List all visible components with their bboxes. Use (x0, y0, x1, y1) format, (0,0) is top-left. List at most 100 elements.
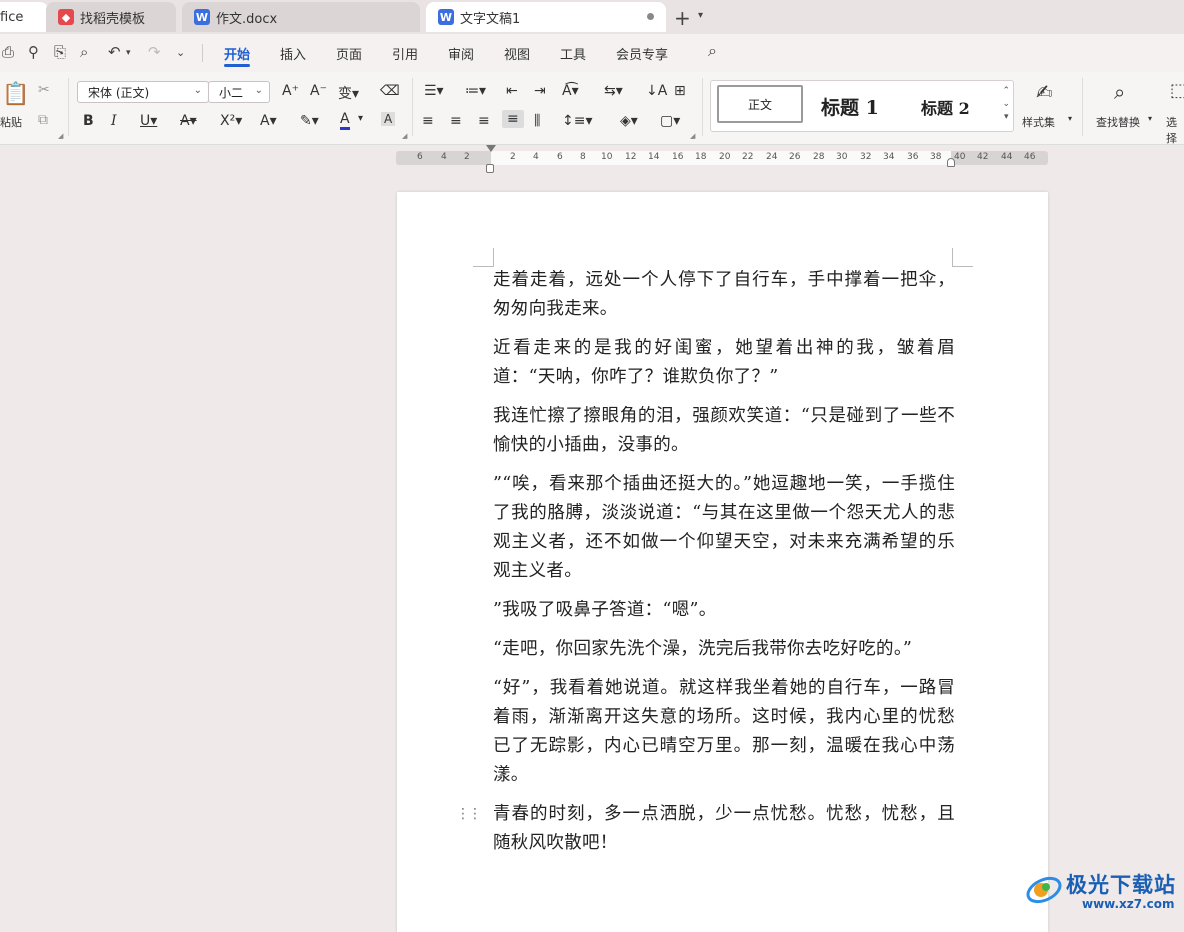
paragraph[interactable]: 近看走来的是我的好闺蜜，她望着出神的我，皱着眉道：“天呐，你咋了？谁欺负你了？” (493, 334, 955, 392)
watermark-url: www.xz7.com (1082, 897, 1175, 911)
align-center-icon[interactable]: ≡ (450, 113, 462, 129)
chinese-layout-icon[interactable]: A͡▾ (562, 83, 579, 99)
chevron-down-icon[interactable]: ▾ (1148, 114, 1152, 123)
paragraph-shading-icon[interactable]: ◈▾ (620, 113, 638, 129)
ruler-tick: 2 (464, 152, 470, 162)
increase-indent-icon[interactable]: ⇥ (534, 83, 546, 99)
grow-font-icon[interactable]: A⁺ (282, 83, 299, 99)
menu-home[interactable]: 开始 (224, 44, 250, 63)
font-color-icon[interactable]: A (340, 111, 350, 130)
font-name-select[interactable]: 宋体 (正文) ⌄ (77, 81, 209, 103)
ruler-tick: 46 (1024, 152, 1036, 162)
clear-format-icon[interactable]: ⌫ (380, 83, 400, 99)
first-line-indent-marker[interactable] (486, 145, 496, 152)
menu-references[interactable]: 引用 (392, 44, 418, 63)
ruler-tick: 28 (813, 152, 825, 162)
paragraph[interactable]: “好”，我看着她说道。就这样我坐着她的自行车，一路冒着雨，渐渐离开这失意的场所。… (493, 674, 955, 790)
tab-essay-docx[interactable]: W 作文.docx (182, 2, 420, 32)
search-icon[interactable]: ⌕ (708, 41, 717, 61)
dialog-launcher-icon[interactable]: ◢ (58, 132, 63, 140)
find-replace-icon[interactable]: ⌕ (1114, 80, 1125, 104)
paste-icon[interactable]: 📋 (2, 82, 29, 107)
justify-icon[interactable]: ≡ (502, 110, 524, 128)
menu-page[interactable]: 页面 (336, 44, 362, 63)
select-label[interactable]: 选择 (1166, 114, 1184, 146)
save-icon[interactable]: ⎙ (2, 43, 14, 61)
unsaved-dot-icon[interactable] (647, 13, 654, 20)
copy-icon[interactable]: ⧉ (38, 112, 48, 128)
chevron-down-icon: ⌄ (193, 85, 202, 96)
more-chevron-icon[interactable]: ⌄ (176, 46, 185, 59)
menu-member[interactable]: 会员专享 (616, 44, 668, 63)
chevron-down-icon[interactable]: ▾ (1068, 114, 1072, 123)
tab-document-1[interactable]: W 文字文稿1 (426, 2, 666, 32)
print-preview-icon[interactable]: ⌕ (80, 43, 88, 61)
highlight-icon[interactable]: ✎▾ (300, 113, 319, 129)
align-right-icon[interactable]: ≡ (478, 113, 490, 129)
strikethrough-icon[interactable]: A▾ (180, 113, 197, 129)
paragraph[interactable]: ”“唉，看来那个插曲还挺大的。”她逗趣地一笑，一手揽住了我的胳膊，淡淡说道：“与… (493, 470, 955, 586)
tab-office-home[interactable]: fice (0, 2, 48, 32)
phonetic-guide-icon[interactable]: 变▾ (338, 83, 359, 103)
document-page[interactable]: 走着走着，远处一个人停下了自行车，手中撑着一把伞，匆匆向我走来。 近看走来的是我… (397, 192, 1048, 932)
style-heading-1[interactable]: 标题 1 (821, 93, 879, 120)
menu-view[interactable]: 视图 (504, 44, 530, 63)
italic-icon[interactable]: I (111, 113, 117, 129)
tab-bar: fice ◆ 找稻壳模板 W 作文.docx W 文字文稿1 + ▾ (0, 0, 1184, 34)
bold-icon[interactable]: B (83, 113, 94, 129)
styles-gallery: 正文 标题 1 标题 2 ⌃ ⌄ ▾ (710, 80, 1014, 132)
menu-review[interactable]: 审阅 (448, 44, 474, 63)
shrink-font-icon[interactable]: A⁻ (310, 83, 327, 99)
redo-icon[interactable]: ↷ (148, 43, 161, 61)
dialog-launcher-icon[interactable]: ◢ (690, 132, 695, 140)
show-marks-icon[interactable]: ⊞ (674, 83, 686, 99)
paste-label[interactable]: 粘贴 (0, 114, 22, 130)
tab-label: 作文.docx (216, 11, 278, 27)
superscript-icon[interactable]: X²▾ (220, 113, 242, 129)
distributed-icon[interactable]: ⫼ (534, 113, 540, 129)
paragraph[interactable]: 我连忙擦了擦眼角的泪，强颜欢笑道：“只是碰到了一些不愉快的小插曲，没事的。 (493, 402, 955, 460)
style-normal[interactable]: 正文 (717, 85, 803, 123)
ruler-tick: 44 (1001, 152, 1013, 162)
find-replace-label[interactable]: 查找替换 (1096, 114, 1140, 130)
style-set-icon[interactable]: ✍ (1036, 80, 1053, 104)
select-icon[interactable]: ⬚ (1170, 80, 1184, 101)
text-effect-icon[interactable]: A▾ (260, 113, 277, 129)
numbered-list-icon[interactable]: ≔▾ (465, 83, 486, 99)
styles-scroll[interactable]: ⌃ ⌄ ▾ (1002, 85, 1010, 124)
sort-icon[interactable]: ↓A (646, 83, 667, 99)
menu-insert[interactable]: 插入 (280, 44, 306, 63)
paragraph[interactable]: “走吧，你回家先洗个澡，洗完后我带你去吃好吃的。” (493, 635, 955, 664)
cut-icon[interactable]: ✂ (38, 82, 50, 98)
text-direction-icon[interactable]: ⇆▾ (604, 83, 623, 99)
dialog-launcher-icon[interactable]: ◢ (402, 132, 407, 140)
chevron-down-icon[interactable]: ▾ (698, 10, 703, 21)
menu-tools[interactable]: 工具 (560, 44, 586, 63)
underline-icon[interactable]: U▾ (140, 113, 157, 129)
ruler-tick: 20 (719, 152, 731, 162)
paragraph[interactable]: 青春的时刻，多一点洒脱，少一点忧愁。忧愁，忧愁，且随秋风吹散吧！ (493, 800, 955, 858)
style-heading-2[interactable]: 标题 2 (921, 95, 970, 119)
font-size-select[interactable]: 小二 ⌄ (208, 81, 270, 103)
document-body[interactable]: 走着走着，远处一个人停下了自行车，手中撑着一把伞，匆匆向我走来。 近看走来的是我… (493, 266, 955, 868)
char-shading-icon[interactable]: A (381, 112, 396, 126)
paragraph[interactable]: 走着走着，远处一个人停下了自行车，手中撑着一把伞，匆匆向我走来。 (493, 266, 955, 324)
right-indent-marker[interactable] (947, 158, 955, 167)
bullet-list-icon[interactable]: ☰▾ (424, 83, 444, 99)
ruler-tick: 4 (533, 152, 539, 162)
print-icon[interactable]: ⎘ (54, 43, 66, 61)
paragraph[interactable]: ”我吸了吸鼻子答道：“嗯”。 (493, 596, 955, 625)
new-tab-button[interactable]: + (674, 6, 691, 30)
undo-icon[interactable]: ↶ (108, 43, 121, 61)
align-left-icon[interactable]: ≡ (422, 113, 434, 129)
tab-docer-templates[interactable]: ◆ 找稻壳模板 (46, 2, 176, 32)
borders-icon[interactable]: ▢▾ (660, 113, 680, 129)
decrease-indent-icon[interactable]: ⇤ (506, 83, 518, 99)
style-set-label[interactable]: 样式集 (1022, 114, 1055, 130)
format-painter-quick-icon[interactable]: ⚲ (28, 43, 39, 61)
paragraph-drag-handle-icon[interactable]: ⋮⋮ (456, 806, 482, 822)
line-spacing-icon[interactable]: ↕≡▾ (562, 113, 593, 129)
left-indent-marker[interactable] (486, 164, 494, 173)
undo-chevron-icon[interactable]: ▾ (126, 48, 131, 58)
font-color-chevron-icon[interactable]: ▾ (358, 113, 363, 124)
